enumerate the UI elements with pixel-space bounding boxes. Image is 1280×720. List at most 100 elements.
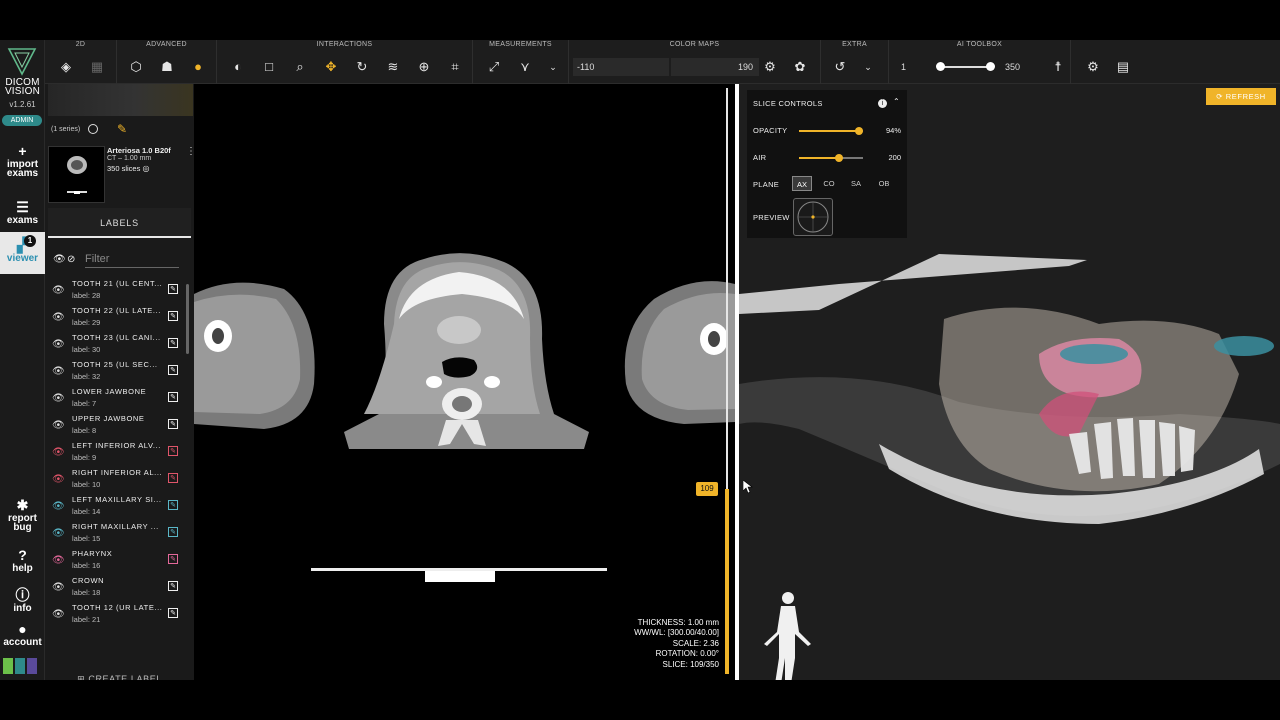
- measure-dropdown-chevron-icon[interactable]: ⌄: [544, 58, 562, 76]
- label-visibility-eye-icon[interactable]: 👁: [52, 474, 65, 485]
- air-slider[interactable]: [799, 154, 863, 162]
- label-visibility-eye-icon[interactable]: 👁: [52, 393, 65, 404]
- edit-label-icon[interactable]: ✎: [168, 527, 178, 537]
- volume-render-icon[interactable]: ●: [189, 58, 207, 76]
- edit-label-icon[interactable]: ✎: [168, 473, 178, 483]
- rotate-icon[interactable]: ↻: [353, 58, 371, 76]
- label-row[interactable]: 👁 UPPER JAWBONE label: 8 ✎: [48, 413, 186, 440]
- crosshair-icon[interactable]: ⊕: [415, 58, 433, 76]
- contrast-icon[interactable]: ◐: [229, 58, 247, 76]
- label-row[interactable]: 👁 LEFT INFERIOR ALV... label: 9 ✎: [48, 440, 186, 467]
- label-visibility-eye-icon[interactable]: 👁: [52, 501, 65, 512]
- label-row[interactable]: 👁 PHARYNX label: 16 ✎: [48, 548, 186, 575]
- slice-controls-info-icon[interactable]: i: [878, 99, 887, 108]
- label-visibility-eye-icon[interactable]: 👁: [52, 447, 65, 458]
- label-visibility-eye-icon[interactable]: 👁: [52, 366, 65, 377]
- colormap-min-field[interactable]: -110: [573, 58, 669, 76]
- cube-3d-icon[interactable]: ⬡: [127, 58, 145, 76]
- hide-all-eye-icon[interactable]: ⊘: [67, 254, 75, 265]
- edit-label-icon[interactable]: ✎: [168, 419, 178, 429]
- labels-scrollbar[interactable]: [186, 284, 189, 354]
- label-row[interactable]: 👁 LOWER JAWBONE label: 7 ✎: [48, 386, 186, 413]
- ai-figure-icon[interactable]: ☨: [1049, 58, 1067, 76]
- label-row[interactable]: 👁 RIGHT MAXILLARY ... label: 15 ✎: [48, 521, 186, 548]
- label-visibility-eye-icon[interactable]: 👁: [52, 339, 65, 350]
- extra-dropdown-chevron-icon[interactable]: ⌄: [859, 58, 877, 76]
- label-row[interactable]: 👁 TOOTH 22 (UL LATE... label: 29 ✎: [48, 305, 186, 332]
- edit-label-icon[interactable]: ✎: [168, 284, 178, 294]
- nav-viewer[interactable]: ▞ viewer 1: [0, 232, 45, 274]
- nav-report-bug[interactable]: ✱ report bug: [0, 498, 45, 533]
- opacity-slider[interactable]: [799, 127, 864, 135]
- label-visibility-eye-icon[interactable]: 👁: [52, 420, 65, 431]
- ai-range-slider[interactable]: [941, 66, 989, 68]
- label-filter-input[interactable]: [85, 250, 179, 268]
- air-slider-thumb[interactable]: [834, 154, 843, 162]
- slice-scroll-bar[interactable]: [725, 489, 729, 674]
- nav-account[interactable]: ● account: [0, 622, 45, 648]
- edit-label-icon[interactable]: ✎: [168, 311, 178, 321]
- label-visibility-eye-icon[interactable]: 👁: [52, 528, 65, 539]
- settings-gear-icon[interactable]: ⚙: [1084, 58, 1102, 76]
- ai-range-thumb-min[interactable]: [936, 62, 945, 71]
- colormap-settings-icon[interactable]: ⚙: [761, 58, 779, 76]
- label-row[interactable]: 👁 TOOTH 21 (UL CENT... label: 28 ✎: [48, 278, 186, 305]
- edit-label-icon[interactable]: ✎: [168, 338, 178, 348]
- nav-import-exams[interactable]: + import exams: [0, 144, 45, 179]
- pan-icon[interactable]: ✥: [322, 58, 340, 76]
- labels-tab[interactable]: LABELS: [48, 208, 191, 238]
- label-row[interactable]: 👁 TOOTH 25 (UL SEC... label: 32 ✎: [48, 359, 186, 386]
- edit-label-icon[interactable]: ✎: [168, 581, 178, 591]
- label-row[interactable]: 👁 LEFT MAXILLARY SI... label: 14 ✎: [48, 494, 186, 521]
- plane-ax-button[interactable]: AX: [792, 176, 812, 191]
- label-visibility-eye-icon[interactable]: 👁: [52, 312, 65, 323]
- label-visibility-eye-icon[interactable]: 👁: [52, 555, 65, 566]
- scale-readout: SCALE: 2.36: [672, 638, 719, 648]
- plane-ob-button[interactable]: OB: [874, 176, 894, 191]
- length-measure-icon[interactable]: ⤢: [485, 58, 503, 76]
- refresh-button[interactable]: ⟳ REFRESH: [1206, 88, 1276, 105]
- plane-co-button[interactable]: CO: [819, 176, 839, 191]
- app-version: v1.2.61: [9, 100, 36, 109]
- label-row[interactable]: 👁 TOOTH 12 (UR LATE... label: 21 ✎: [48, 602, 186, 629]
- square-select-icon[interactable]: □: [260, 58, 278, 76]
- crop-icon[interactable]: ⌗: [446, 58, 464, 76]
- edit-label-icon[interactable]: ✎: [168, 608, 178, 618]
- slice-controls-collapse-chevron-icon[interactable]: ⌃: [893, 97, 900, 106]
- plane-sa-button[interactable]: SA: [846, 176, 866, 191]
- label-visibility-eye-icon[interactable]: 👁: [52, 582, 65, 593]
- nav-info[interactable]: ⓘ info: [0, 588, 45, 614]
- zoom-icon[interactable]: ⌕: [291, 58, 309, 76]
- label-visibility-eye-icon[interactable]: 👁: [52, 609, 65, 620]
- nav-exams[interactable]: ☰ exams: [0, 200, 45, 226]
- plane-preview[interactable]: [793, 198, 833, 236]
- volume-3d-viewport[interactable]: SLICE CONTROLS i ⌃ OPACITY 94% AIR 200 P…: [739, 84, 1280, 680]
- layers-2d-icon[interactable]: ◈: [57, 58, 75, 76]
- edit-label-icon[interactable]: ✎: [168, 365, 178, 375]
- stack-scroll-icon[interactable]: ≋: [384, 58, 402, 76]
- ai-range-thumb-max[interactable]: [986, 62, 995, 71]
- label-row[interactable]: 👁 CROWN label: 18 ✎: [48, 575, 186, 602]
- angle-measure-icon[interactable]: ⋎: [516, 58, 534, 76]
- palette-icon[interactable]: ✿: [791, 58, 809, 76]
- ct-axial-viewport[interactable]: 109 THICKNESS: 1.00 mm WW/WL: [300.00/40…: [194, 84, 735, 680]
- plane-label: PLANE: [753, 180, 780, 189]
- skull-render-icon[interactable]: ☗: [158, 58, 176, 76]
- layout-grid-icon[interactable]: ▤: [1114, 58, 1132, 76]
- label-row[interactable]: 👁 RIGHT INFERIOR AL... label: 10 ✎: [48, 467, 186, 494]
- label-visibility-eye-icon[interactable]: 👁: [52, 285, 65, 296]
- edit-label-icon[interactable]: ✎: [168, 392, 178, 402]
- reset-icon[interactable]: ↺: [831, 58, 849, 76]
- edit-label-icon[interactable]: ✎: [168, 554, 178, 564]
- edit-label-icon[interactable]: ✎: [168, 446, 178, 456]
- colormap-max-field[interactable]: 190: [671, 58, 759, 76]
- opacity-slider-thumb[interactable]: [855, 127, 864, 135]
- grid-2d-icon[interactable]: ▦: [88, 58, 106, 76]
- nav-help[interactable]: ? help: [0, 548, 45, 574]
- series-toggle-icon[interactable]: [88, 124, 98, 134]
- series-thumbnail[interactable]: [48, 146, 105, 203]
- edit-label-icon[interactable]: ✎: [168, 500, 178, 510]
- edit-series-icon[interactable]: ✎: [117, 123, 129, 135]
- label-row[interactable]: 👁 TOOTH 23 (UL CANI... label: 30 ✎: [48, 332, 186, 359]
- show-all-eye-icon[interactable]: 👁: [53, 254, 66, 265]
